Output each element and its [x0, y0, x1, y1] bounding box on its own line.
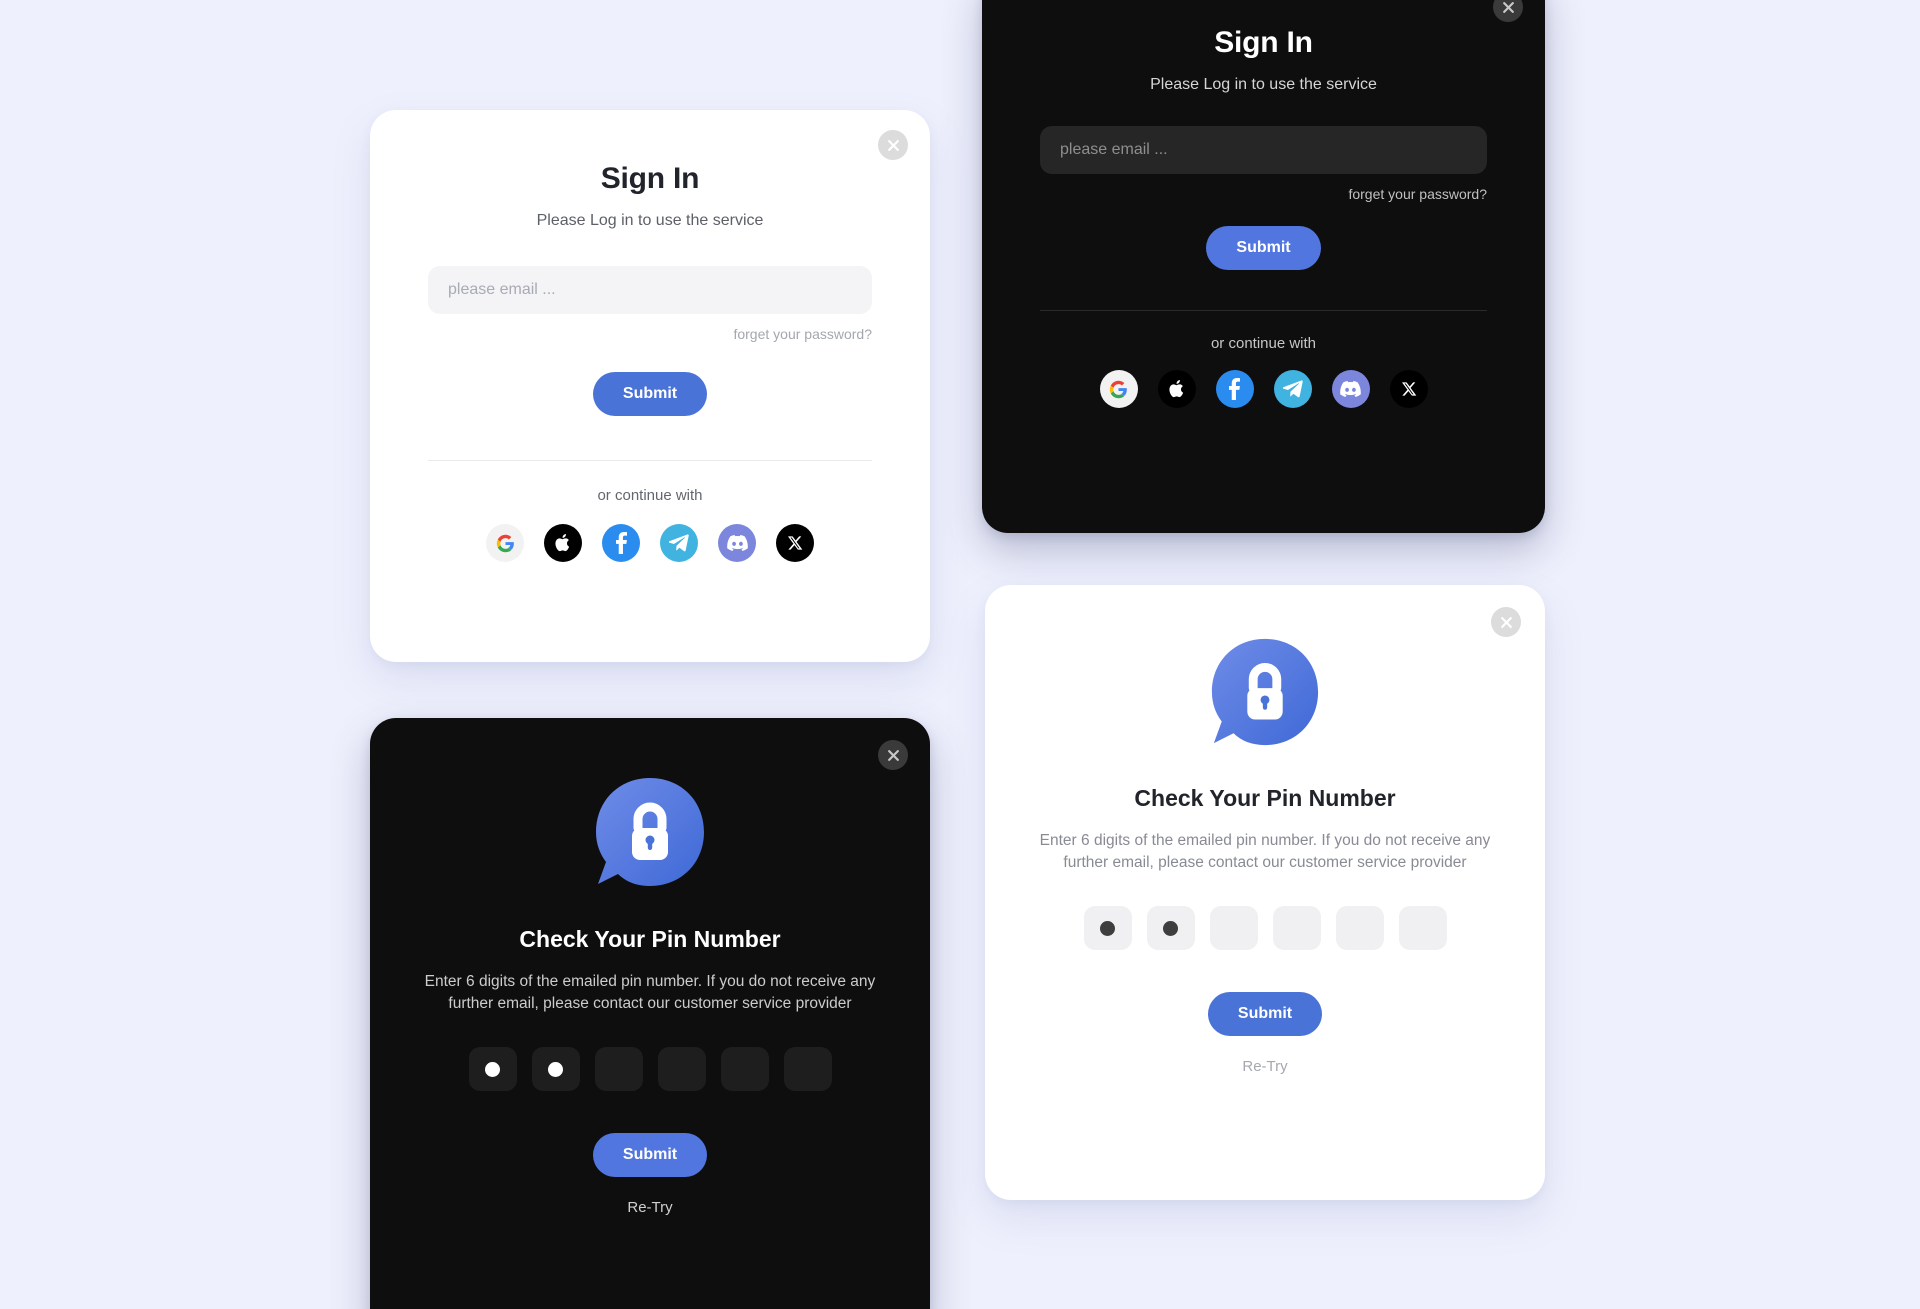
apple-glyph: [1168, 380, 1183, 398]
close-icon[interactable]: [878, 740, 908, 770]
pin-digit-1[interactable]: [468, 1047, 517, 1091]
close-glyph: [887, 749, 899, 761]
apple-icon[interactable]: [544, 524, 582, 562]
pin-digit-1[interactable]: [1083, 906, 1132, 950]
continue-with-label: or continue with: [597, 487, 703, 504]
lock-bubble-illustration: [422, 774, 878, 892]
page-description: Enter 6 digits of the emailed pin number…: [1039, 832, 1491, 871]
telegram-icon[interactable]: [1273, 370, 1312, 408]
page-title: Sign In: [1214, 26, 1313, 59]
forgot-password-link[interactable]: forget your password?: [1040, 186, 1487, 202]
google-glyph: [1109, 380, 1127, 398]
x-glyph: [788, 536, 803, 550]
submit-button[interactable]: Submit: [1207, 992, 1323, 1036]
pin-digit-6[interactable]: [783, 1047, 832, 1091]
pin-digit-4[interactable]: [657, 1047, 706, 1091]
forgot-password-link[interactable]: forget your password?: [428, 326, 872, 342]
pin-input-row: [1037, 906, 1493, 950]
telegram-glyph: [1282, 380, 1303, 398]
pin-input-row: [422, 1047, 878, 1091]
google-glyph: [496, 534, 514, 552]
submit-button[interactable]: Submit: [592, 372, 708, 416]
close-icon[interactable]: [878, 130, 908, 160]
lock-bubble-illustration: [1037, 635, 1493, 751]
apple-icon[interactable]: [1157, 370, 1196, 408]
signin-card-light: Sign In Please Log in to use the service…: [370, 110, 930, 662]
page-title: Sign In: [600, 162, 700, 195]
social-login-row: [428, 524, 872, 562]
telegram-icon[interactable]: [660, 524, 698, 562]
apple-glyph: [555, 534, 570, 552]
close-glyph: [1500, 616, 1512, 628]
lock-icon: [1211, 638, 1319, 746]
discord-icon[interactable]: [1331, 370, 1370, 408]
close-icon[interactable]: [1491, 607, 1521, 637]
submit-button[interactable]: Submit: [1206, 226, 1321, 270]
discord-glyph: [1340, 381, 1361, 397]
x-twitter-icon[interactable]: [1389, 370, 1428, 408]
screen: Sign In Please Log in to use the service…: [0, 0, 1920, 1309]
pin-filled-dot: [1100, 920, 1115, 936]
facebook-icon[interactable]: [602, 524, 640, 562]
email-field[interactable]: [428, 266, 872, 314]
pin-digit-3[interactable]: [1209, 906, 1258, 950]
email-field[interactable]: [1040, 126, 1487, 174]
x-glyph: [1401, 382, 1416, 396]
lock-icon: [596, 778, 704, 886]
divider: [428, 460, 872, 461]
pin-digit-3[interactable]: [594, 1047, 643, 1091]
facebook-glyph: [615, 532, 627, 554]
discord-glyph: [726, 535, 748, 551]
pin-digit-6[interactable]: [1398, 906, 1447, 950]
page-subtitle: Please Log in to use the service: [536, 212, 764, 229]
pin-card-light: Check Your Pin Number Enter 6 digits of …: [985, 585, 1545, 1200]
retry-button[interactable]: Re-Try: [627, 1199, 672, 1216]
pin-digit-5[interactable]: [720, 1047, 769, 1091]
facebook-icon[interactable]: [1215, 370, 1254, 408]
signin-card-dark: Sign In Please Log in to use the service…: [982, 0, 1545, 533]
x-twitter-icon[interactable]: [776, 524, 814, 562]
google-icon[interactable]: [486, 524, 524, 562]
page-description: Enter 6 digits of the emailed pin number…: [424, 973, 876, 1012]
continue-with-label: or continue with: [1210, 335, 1317, 352]
facebook-glyph: [1229, 378, 1240, 400]
submit-button[interactable]: Submit: [592, 1133, 708, 1177]
telegram-glyph: [669, 534, 689, 552]
close-glyph: [887, 139, 899, 151]
google-icon[interactable]: [1099, 370, 1138, 408]
page-title: Check Your Pin Number: [1134, 785, 1396, 811]
discord-icon[interactable]: [718, 524, 756, 562]
divider: [1040, 310, 1487, 311]
retry-button[interactable]: Re-Try: [1242, 1058, 1287, 1075]
pin-digit-2[interactable]: [1146, 906, 1195, 950]
page-subtitle: Please Log in to use the service: [1150, 76, 1377, 93]
pin-digit-2[interactable]: [531, 1047, 580, 1091]
pin-digit-4[interactable]: [1272, 906, 1321, 950]
pin-filled-dot: [548, 1061, 563, 1077]
social-login-row: [1040, 370, 1487, 408]
pin-filled-dot: [485, 1061, 500, 1077]
pin-filled-dot: [1163, 920, 1178, 936]
pin-digit-5[interactable]: [1335, 906, 1384, 950]
page-title: Check Your Pin Number: [519, 926, 781, 952]
close-glyph: [1502, 1, 1514, 13]
pin-card-dark: Check Your Pin Number Enter 6 digits of …: [370, 718, 930, 1309]
